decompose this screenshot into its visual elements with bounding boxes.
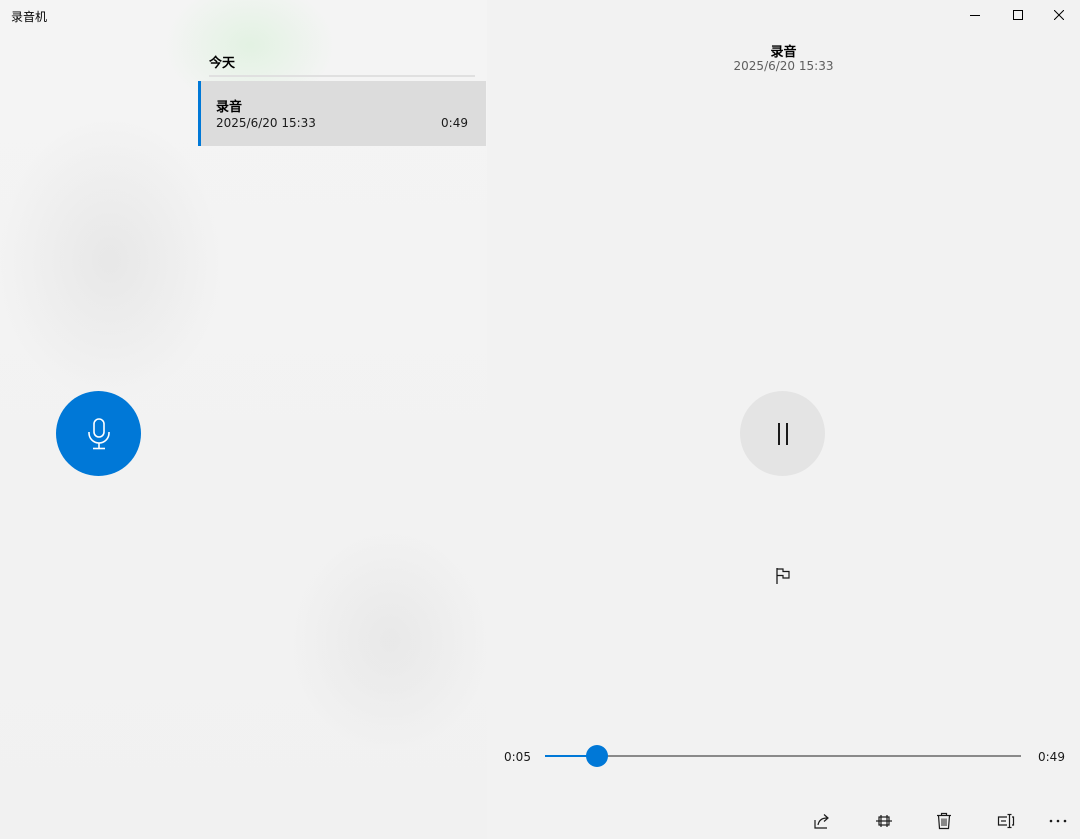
maximize-icon — [1013, 10, 1023, 20]
more-button[interactable] — [1043, 806, 1073, 836]
pause-button[interactable] — [740, 391, 825, 476]
trim-icon — [876, 815, 892, 827]
pause-icon — [777, 422, 788, 445]
playback-date: 2025/6/20 15:33 — [733, 59, 834, 73]
add-marker-button[interactable] — [770, 563, 796, 589]
close-button[interactable] — [1036, 0, 1080, 30]
playback-title: 录音 — [770, 45, 797, 60]
current-time: 0:05 — [504, 750, 531, 764]
record-button[interactable] — [56, 391, 141, 476]
maximize-button[interactable] — [995, 0, 1041, 30]
flag-icon — [776, 568, 790, 584]
app-title: 录音机 — [11, 10, 48, 24]
close-icon — [1054, 10, 1064, 20]
selection-indicator — [198, 81, 201, 146]
recording-list-item[interactable]: 录音 2025/6/20 15:33 0:49 — [198, 81, 486, 146]
delete-icon — [937, 812, 951, 830]
recording-name: 录音 — [216, 100, 243, 115]
minimize-button[interactable] — [952, 0, 998, 30]
delete-button[interactable] — [929, 806, 959, 836]
group-header-today: 今天 — [209, 56, 236, 71]
share-icon — [814, 814, 829, 829]
more-icon — [1049, 819, 1067, 823]
group-divider — [209, 75, 475, 77]
minimize-icon — [970, 15, 980, 16]
microphone-icon — [87, 417, 110, 449]
rename-button[interactable] — [991, 806, 1021, 836]
trim-button[interactable] — [869, 806, 899, 836]
rename-icon — [997, 813, 1015, 829]
recording-duration: 0:49 — [441, 116, 468, 130]
total-time: 0:49 — [1038, 750, 1065, 764]
recording-date: 2025/6/20 15:33 — [216, 116, 316, 130]
seek-bar[interactable] — [545, 745, 1021, 767]
share-button[interactable] — [807, 806, 837, 836]
